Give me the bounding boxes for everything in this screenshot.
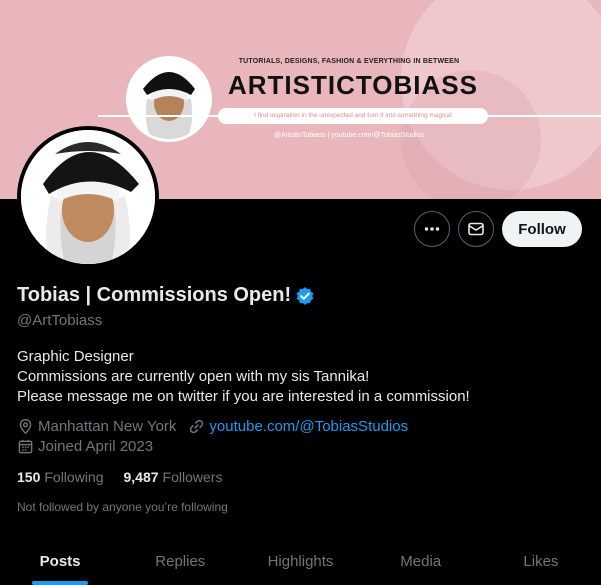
display-name: Tobias | Commissions Open!: [17, 284, 292, 306]
tab-label: Replies: [155, 553, 206, 570]
tab-highlights[interactable]: Highlights: [240, 538, 360, 585]
following-label: Following: [44, 469, 104, 485]
tab-label: Media: [400, 553, 442, 570]
profile-meta-joined: Joined April 2023: [17, 438, 165, 455]
banner-slogan: I find inspiration in the unexpected and…: [98, 108, 601, 124]
website[interactable]: youtube.com/@TobiasStudios: [188, 418, 408, 435]
location-pin-icon: [19, 418, 32, 435]
banner-tagline: TUTORIALS, DESIGNS, FASHION & EVERYTHING…: [238, 58, 460, 65]
followers-number: 9,487: [123, 469, 159, 485]
banner-avatar-image: [126, 56, 212, 142]
followers-label: Followers: [162, 469, 223, 485]
tab-replies[interactable]: Replies: [120, 538, 240, 585]
tab-posts[interactable]: Posts: [0, 538, 120, 585]
bio-line: Please message me on twitter if you are …: [17, 388, 470, 405]
profile-name-row: Tobias | Commissions Open!: [17, 284, 315, 307]
profile-tabs: Posts Replies Highlights Media Likes: [0, 538, 601, 585]
profile-meta: Manhattan New York youtube.com/@TobiasSt…: [17, 418, 420, 435]
following-number: 150: [17, 469, 41, 485]
active-tab-indicator: [32, 581, 89, 585]
profile-bio: Graphic Designer Commissions are current…: [17, 347, 470, 407]
follow-counts: 150 Following 9,487 Followers: [17, 469, 242, 485]
message-button[interactable]: [458, 211, 494, 247]
joined-date: Joined April 2023: [17, 438, 153, 455]
calendar-icon: [18, 439, 33, 454]
handle: @ArtTobiass: [17, 312, 103, 329]
bio-line: Commissions are currently open with my s…: [17, 368, 370, 385]
avatar-image: [21, 130, 155, 264]
envelope-icon: [468, 222, 484, 236]
tab-media[interactable]: Media: [361, 538, 481, 585]
verified-badge-icon[interactable]: [295, 286, 315, 306]
joined-text: Joined April 2023: [38, 438, 154, 455]
follow-button[interactable]: Follow: [502, 211, 582, 247]
tab-label: Likes: [523, 553, 559, 570]
profile-avatar[interactable]: [17, 126, 159, 268]
not-followed-notice: Not followed by anyone you’re following: [17, 500, 228, 514]
website-link[interactable]: youtube.com/@TobiasStudios: [209, 418, 408, 435]
location: Manhattan New York: [17, 418, 176, 435]
more-button[interactable]: [414, 211, 450, 247]
tab-likes[interactable]: Likes: [481, 538, 601, 585]
bio-line: Graphic Designer: [17, 348, 134, 365]
banner-title: ARTISTICTOBIASS: [228, 70, 478, 100]
location-text: Manhattan New York: [38, 418, 177, 435]
link-icon: [190, 419, 204, 434]
banner-links: @ArtisticTobiass | youtube.com/@TobiasSt…: [273, 132, 425, 139]
following-count[interactable]: 150 Following: [17, 469, 104, 485]
more-icon: [424, 227, 440, 231]
tab-label: Highlights: [267, 553, 334, 570]
followers-count[interactable]: 9,487 Followers: [124, 469, 223, 485]
tab-label: Posts: [39, 553, 81, 570]
